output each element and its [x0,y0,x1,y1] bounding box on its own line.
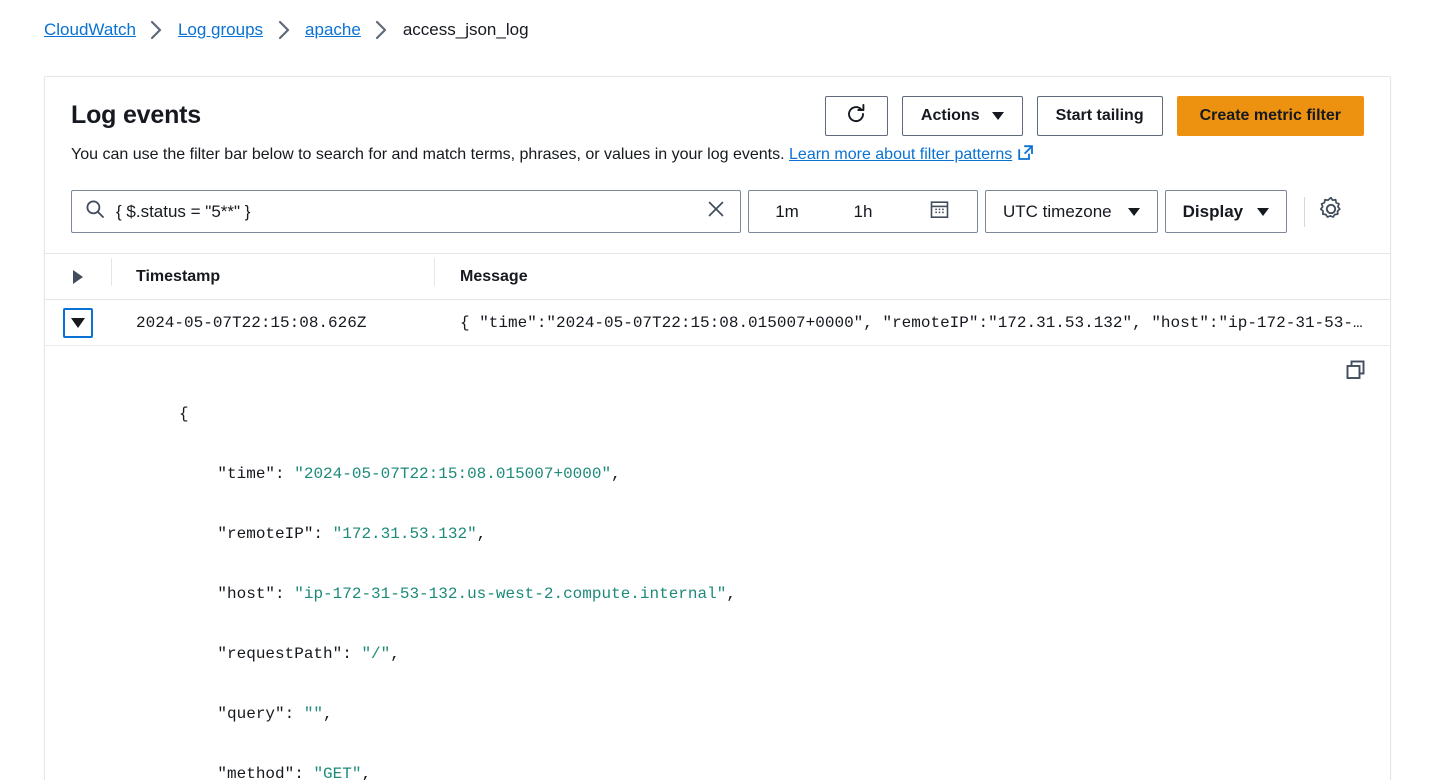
search-input-value[interactable]: { $.status = "5**" } [116,202,694,222]
chevron-down-icon [1128,208,1140,216]
json-key: "method": [217,765,303,780]
json-comma: , [323,705,333,723]
panel-actions: Actions Start tailing Create metric filt… [825,96,1364,136]
divider [1304,197,1305,227]
json-comma: , [390,645,400,663]
chevron-down-icon [1257,208,1269,216]
json-key: "host": [217,585,284,603]
json-comma: , [477,525,487,543]
json-key: "time": [217,465,284,483]
row-detail-panel: { "time": "2024-05-07T22:15:08.015007+00… [45,346,1390,780]
column-header-message[interactable]: Message [434,268,1390,286]
display-select[interactable]: Display [1165,190,1287,233]
row-timestamp: 2024-05-07T22:15:08.626Z [111,314,434,332]
column-header-timestamp[interactable]: Timestamp [111,268,434,286]
table-row[interactable]: 2024-05-07T22:15:08.626Z { "time":"2024-… [45,300,1390,346]
timezone-select[interactable]: UTC timezone [985,190,1158,233]
json-comma: , [611,465,621,483]
time-range-1m[interactable]: 1m [749,191,825,232]
refresh-icon [845,103,867,130]
copy-button[interactable] [1344,358,1368,387]
json-value: "ip-172-31-53-132.us-west-2.compute.inte… [294,585,726,603]
json-key: "remoteIP": [217,525,323,543]
chevron-right-icon [136,20,178,40]
chevron-right-icon [361,20,403,40]
breadcrumb: CloudWatch Log groups apache access_json… [0,0,1429,60]
json-value: "GET" [313,765,361,780]
panel-description-text: You can use the filter bar below to sear… [71,146,785,163]
table-header: Timestamp Message [45,253,1390,300]
breadcrumb-item-current: access_json_log [403,20,529,40]
learn-more-link[interactable]: Learn more about filter patterns [789,146,1012,163]
json-value: "/" [361,645,390,663]
log-events-panel: Log events You can use the filter bar be… [44,76,1391,780]
display-label: Display [1183,202,1243,222]
create-metric-filter-label: Create metric filter [1200,107,1341,125]
row-message: { "time":"2024-05-07T22:15:08.015007+000… [434,314,1390,332]
actions-button[interactable]: Actions [902,96,1023,136]
chevron-right-icon [73,270,83,284]
settings-button[interactable] [1318,196,1344,227]
filter-bar: { $.status = "5**" } 1m 1h UTC timezone … [45,168,1390,253]
breadcrumb-item-log-groups[interactable]: Log groups [178,20,263,40]
chevron-right-icon [263,20,305,40]
start-tailing-button[interactable]: Start tailing [1037,96,1163,136]
breadcrumb-item-cloudwatch[interactable]: CloudWatch [44,20,136,40]
actions-button-label: Actions [921,107,980,125]
create-metric-filter-button[interactable]: Create metric filter [1177,96,1364,136]
start-tailing-label: Start tailing [1056,107,1144,125]
search-input[interactable]: { $.status = "5**" } [71,190,741,233]
json-value: "172.31.53.132" [333,525,477,543]
json-value: "2024-05-07T22:15:08.015007+0000" [294,465,611,483]
json-open-brace: { [179,405,189,423]
chevron-down-icon [992,112,1004,120]
json-value: "" [304,705,323,723]
chevron-down-icon [71,318,85,328]
json-comma: , [726,585,736,603]
clear-icon[interactable] [705,198,727,225]
row-expand-toggle[interactable] [45,308,111,338]
calendar-icon [929,199,950,225]
event-json: { "time": "2024-05-07T22:15:08.015007+00… [45,364,1390,780]
json-key: "query": [217,705,294,723]
timezone-label: UTC timezone [1003,202,1112,222]
log-events-table: Timestamp Message 2024-05-07T22:15:08.62… [45,253,1390,780]
time-range-1h[interactable]: 1h [825,191,901,232]
panel-header: Log events You can use the filter bar be… [45,77,1390,168]
toggle-focus-ring [63,308,93,338]
json-comma: , [361,765,371,780]
calendar-button[interactable] [901,191,977,232]
expand-all-toggle[interactable] [45,270,111,284]
external-link-icon[interactable] [1017,144,1034,168]
panel-description: You can use the filter bar below to sear… [71,144,1364,168]
time-range-group: 1m 1h [748,190,978,233]
breadcrumb-item-apache[interactable]: apache [305,20,361,40]
search-icon [85,199,105,224]
json-key: "requestPath": [217,645,351,663]
copy-icon [1344,358,1368,387]
refresh-button[interactable] [825,96,888,136]
gear-icon [1318,196,1344,227]
